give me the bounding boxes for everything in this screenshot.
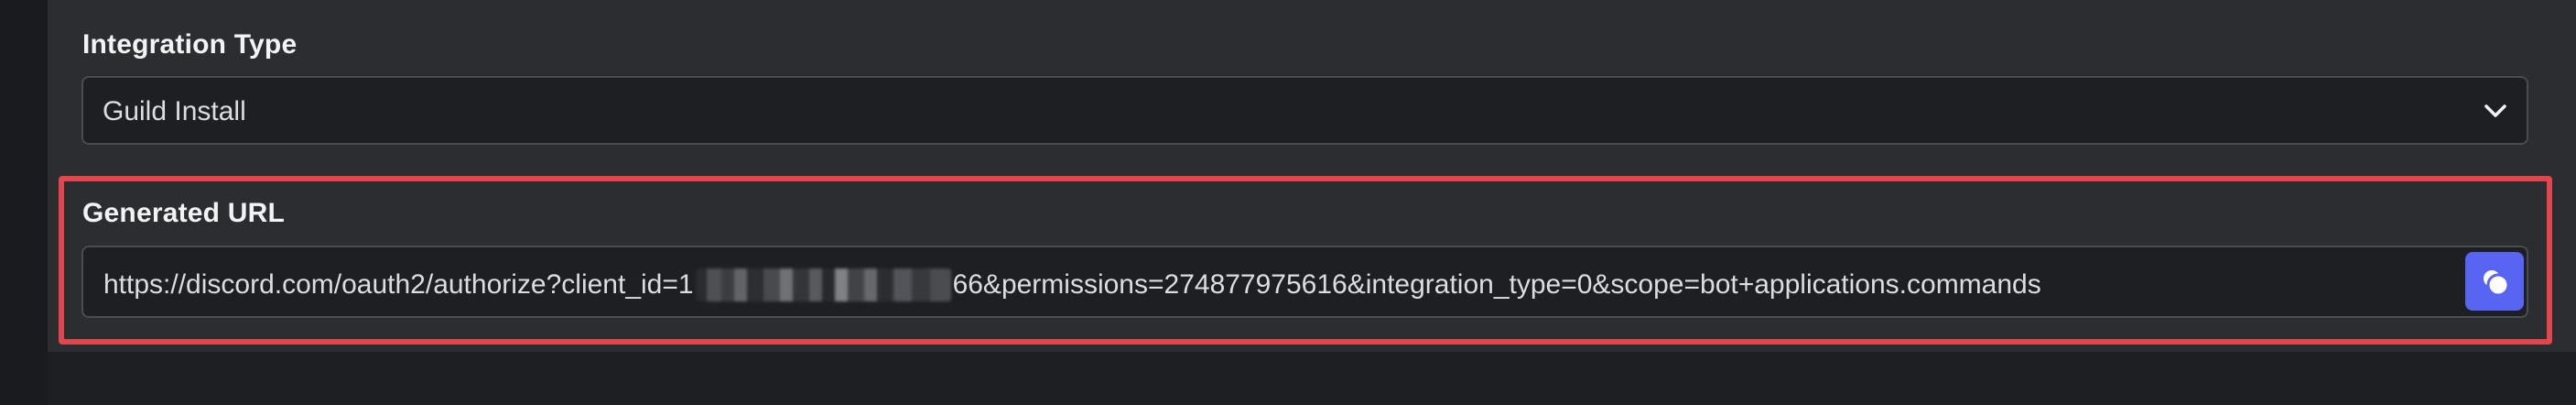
left-sidebar-strip <box>0 0 48 405</box>
page: Integration Type Guild Install Generated… <box>0 0 2576 405</box>
redacted-client-id <box>695 268 951 301</box>
url-prefix: https://discord.com/oauth2/authorize?cli… <box>103 269 694 300</box>
integration-type-value: Guild Install <box>103 96 246 126</box>
copy-url-button[interactable] <box>2465 252 2524 311</box>
settings-panel: Integration Type Guild Install Generated… <box>48 0 2576 352</box>
integration-type-select[interactable]: Guild Install <box>81 76 2528 145</box>
url-suffix: 66&permissions=274877975616&integration_… <box>952 269 2041 300</box>
generated-url-label: Generated URL <box>82 198 285 228</box>
generated-url-text[interactable]: https://discord.com/oauth2/authorize?cli… <box>103 268 2041 301</box>
chevron-down-icon <box>2484 104 2506 117</box>
generated-url-field[interactable]: https://discord.com/oauth2/authorize?cli… <box>81 246 2528 318</box>
copy-icon <box>2484 270 2510 297</box>
integration-type-label: Integration Type <box>82 29 298 60</box>
